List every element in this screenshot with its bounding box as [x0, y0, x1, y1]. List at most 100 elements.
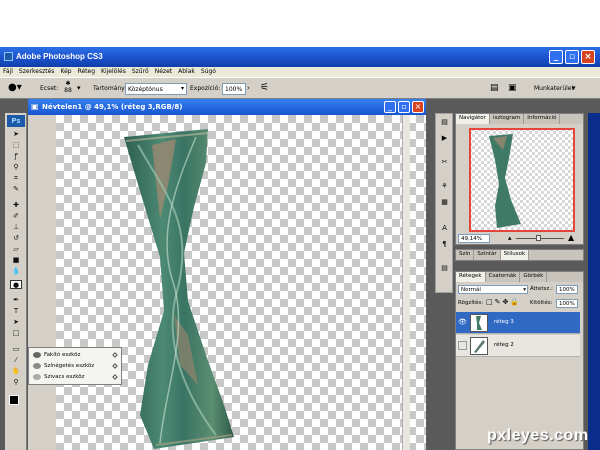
navigator-preview[interactable]	[469, 128, 575, 232]
clone-source-icon[interactable]: ▦	[439, 198, 450, 207]
workspace-menu[interactable]: Munkaterület	[534, 85, 574, 92]
maximize-button[interactable]: ▫	[565, 50, 579, 64]
tab-navigator[interactable]: Navigátor	[456, 114, 490, 124]
navigator-zoom-input[interactable]: 49,14%	[458, 234, 490, 243]
gradient-tool-icon[interactable]: ■	[10, 256, 22, 265]
brush-dropdown-icon[interactable]: ▾	[77, 84, 81, 92]
opacity-input[interactable]: 100%	[556, 285, 578, 294]
hand-tool-icon[interactable]: ✋	[10, 367, 22, 376]
palette-well-icon[interactable]: ▣	[508, 83, 517, 93]
tab-styles[interactable]: Stílusok	[500, 250, 530, 260]
lock-icons[interactable]: □✎✥🔒	[486, 298, 521, 306]
minimize-button[interactable]: _	[549, 50, 563, 64]
brush-size: 88	[64, 87, 72, 94]
brush-label: Ecset:	[40, 85, 59, 92]
blend-mode-select[interactable]: Normál ▾	[458, 285, 528, 294]
crop-tool-icon[interactable]: ⌗	[10, 174, 22, 183]
blur-tool-icon[interactable]: 💧	[10, 267, 22, 276]
wrapped-object-image	[124, 129, 234, 449]
dodge-icon	[33, 351, 41, 358]
tab-curves[interactable]: Görbék	[520, 272, 548, 282]
navigator-view-box[interactable]	[469, 128, 575, 232]
zoom-tool-icon[interactable]: ⚲	[10, 378, 22, 387]
eye-icon[interactable]: 👁	[458, 318, 467, 327]
tab-color[interactable]: Szín	[456, 250, 475, 260]
eyedropper-tool-icon[interactable]: ⁄	[10, 356, 22, 365]
menu-view[interactable]: Nézet	[152, 67, 175, 75]
workspace-dropdown-icon[interactable]: ▾	[572, 84, 576, 92]
magic-wand-tool-icon[interactable]: ⚲	[10, 163, 22, 172]
brush-picker[interactable]: ✱ 88	[62, 80, 74, 94]
exposure-input[interactable]: 100%	[222, 83, 246, 95]
zoom-slider-thumb[interactable]	[536, 235, 541, 241]
move-tool-icon[interactable]: ➤	[10, 130, 22, 139]
doc-close-button[interactable]: ×	[412, 101, 424, 113]
menu-layer[interactable]: Réteg	[75, 67, 98, 75]
actions-icon[interactable]: ▶	[439, 134, 450, 143]
zoom-out-icon[interactable]: ▴	[508, 234, 512, 242]
lasso-tool-icon[interactable]: ꝭ	[10, 152, 22, 161]
tab-histogram[interactable]: isztogram	[490, 114, 525, 124]
slice-tool-icon[interactable]: ✎	[10, 185, 22, 194]
clone-stamp-tool-icon[interactable]: ⊥	[10, 223, 22, 232]
dodge-tool-icon[interactable]: ●	[10, 280, 22, 289]
tab-info[interactable]: Információ	[524, 114, 561, 124]
shape-tool-icon[interactable]: □	[10, 329, 22, 338]
flyout-item-burn[interactable]: Színégetés eszköz	[33, 361, 119, 371]
brush-tool-icon[interactable]: ✐	[10, 212, 22, 221]
airbrush-icon[interactable]: ⚟	[260, 82, 269, 93]
canvas[interactable]	[56, 115, 426, 450]
exposure-arrow-icon[interactable]: ›	[247, 84, 250, 92]
fill-input[interactable]: 100%	[556, 299, 578, 308]
tool-presets-icon[interactable]: ✂	[439, 158, 450, 167]
doc-minimize-button[interactable]: _	[384, 101, 396, 113]
range-label: Tartomány:	[93, 85, 127, 92]
menu-bar: Fájl Szerkesztés Kép Réteg Kijelölés Szűrő Néz…	[0, 67, 600, 77]
exposure-label: Expozíció:	[190, 85, 221, 92]
toolbox: Ps ➤ ⬚ ꝭ ⚲ ⌗ ✎ ✚ ✐ ⊥ ↺ ▱ ■ 💧 ● ✒ T ➤ □ ▭…	[5, 113, 27, 450]
document-title: Névtelen1 @ 49,1% (réteg 3,RGB/8)	[42, 103, 183, 111]
history-brush-tool-icon[interactable]: ↺	[10, 234, 22, 243]
paragraph-icon[interactable]: ¶	[439, 240, 450, 249]
tab-layers[interactable]: Rétegek	[456, 272, 486, 282]
flyout-item-sponge[interactable]: Szivacs eszköz	[33, 372, 119, 382]
layer-name: réteg 3	[494, 319, 514, 325]
menu-window[interactable]: Ablak	[175, 67, 198, 75]
foreground-color-swatch[interactable]	[9, 395, 19, 405]
file-browser-icon[interactable]: ▤	[490, 83, 499, 93]
character-icon[interactable]: A	[439, 224, 450, 233]
range-select[interactable]: Középtónus ▾	[125, 83, 187, 95]
menu-file[interactable]: Fájl	[0, 67, 16, 75]
layer-comps-icon[interactable]: ▤	[439, 264, 450, 273]
close-button[interactable]: ×	[581, 50, 595, 64]
zoom-in-icon[interactable]: ▲	[568, 233, 574, 242]
burn-icon	[33, 362, 41, 369]
path-selection-tool-icon[interactable]: ➤	[10, 318, 22, 327]
pen-tool-icon[interactable]: ✒	[10, 296, 22, 305]
type-tool-icon[interactable]: T	[10, 307, 22, 316]
marquee-tool-icon[interactable]: ⬚	[10, 141, 22, 150]
menu-select[interactable]: Kijelölés	[98, 67, 129, 75]
menu-image[interactable]: Kép	[57, 67, 74, 75]
menu-filter[interactable]: Szűrő	[129, 67, 152, 75]
blend-mode-value: Normál	[461, 287, 481, 293]
layer-row[interactable]: réteg 2	[456, 335, 580, 357]
menu-help[interactable]: Súgó	[198, 67, 219, 75]
layer-row-selected[interactable]: 👁 réteg 3	[456, 312, 580, 334]
menu-edit[interactable]: Szerkesztés	[16, 67, 58, 75]
dodge-tool-preset-icon[interactable]: ●▾	[8, 82, 22, 93]
brushes-icon[interactable]: ⚘	[439, 182, 450, 191]
flyout-item-dodge[interactable]: Fakító eszköz	[33, 350, 119, 360]
document-icon: ▣	[31, 102, 39, 111]
healing-brush-tool-icon[interactable]: ✚	[10, 201, 22, 210]
diamond-icon	[112, 363, 118, 369]
doc-maximize-button[interactable]: ▫	[398, 101, 410, 113]
canvas-vertical-scrollbar[interactable]	[402, 115, 410, 450]
tab-swatches[interactable]: Színtár	[474, 250, 501, 260]
document-window: ▣ Névtelen1 @ 49,1% (réteg 3,RGB/8) _ ▫ …	[28, 99, 426, 450]
eraser-tool-icon[interactable]: ▱	[10, 245, 22, 254]
tab-channels[interactable]: Csatornák	[486, 272, 521, 282]
history-icon[interactable]: ▤	[439, 118, 450, 127]
visibility-checkbox[interactable]	[458, 341, 467, 350]
notes-tool-icon[interactable]: ▭	[10, 345, 22, 354]
